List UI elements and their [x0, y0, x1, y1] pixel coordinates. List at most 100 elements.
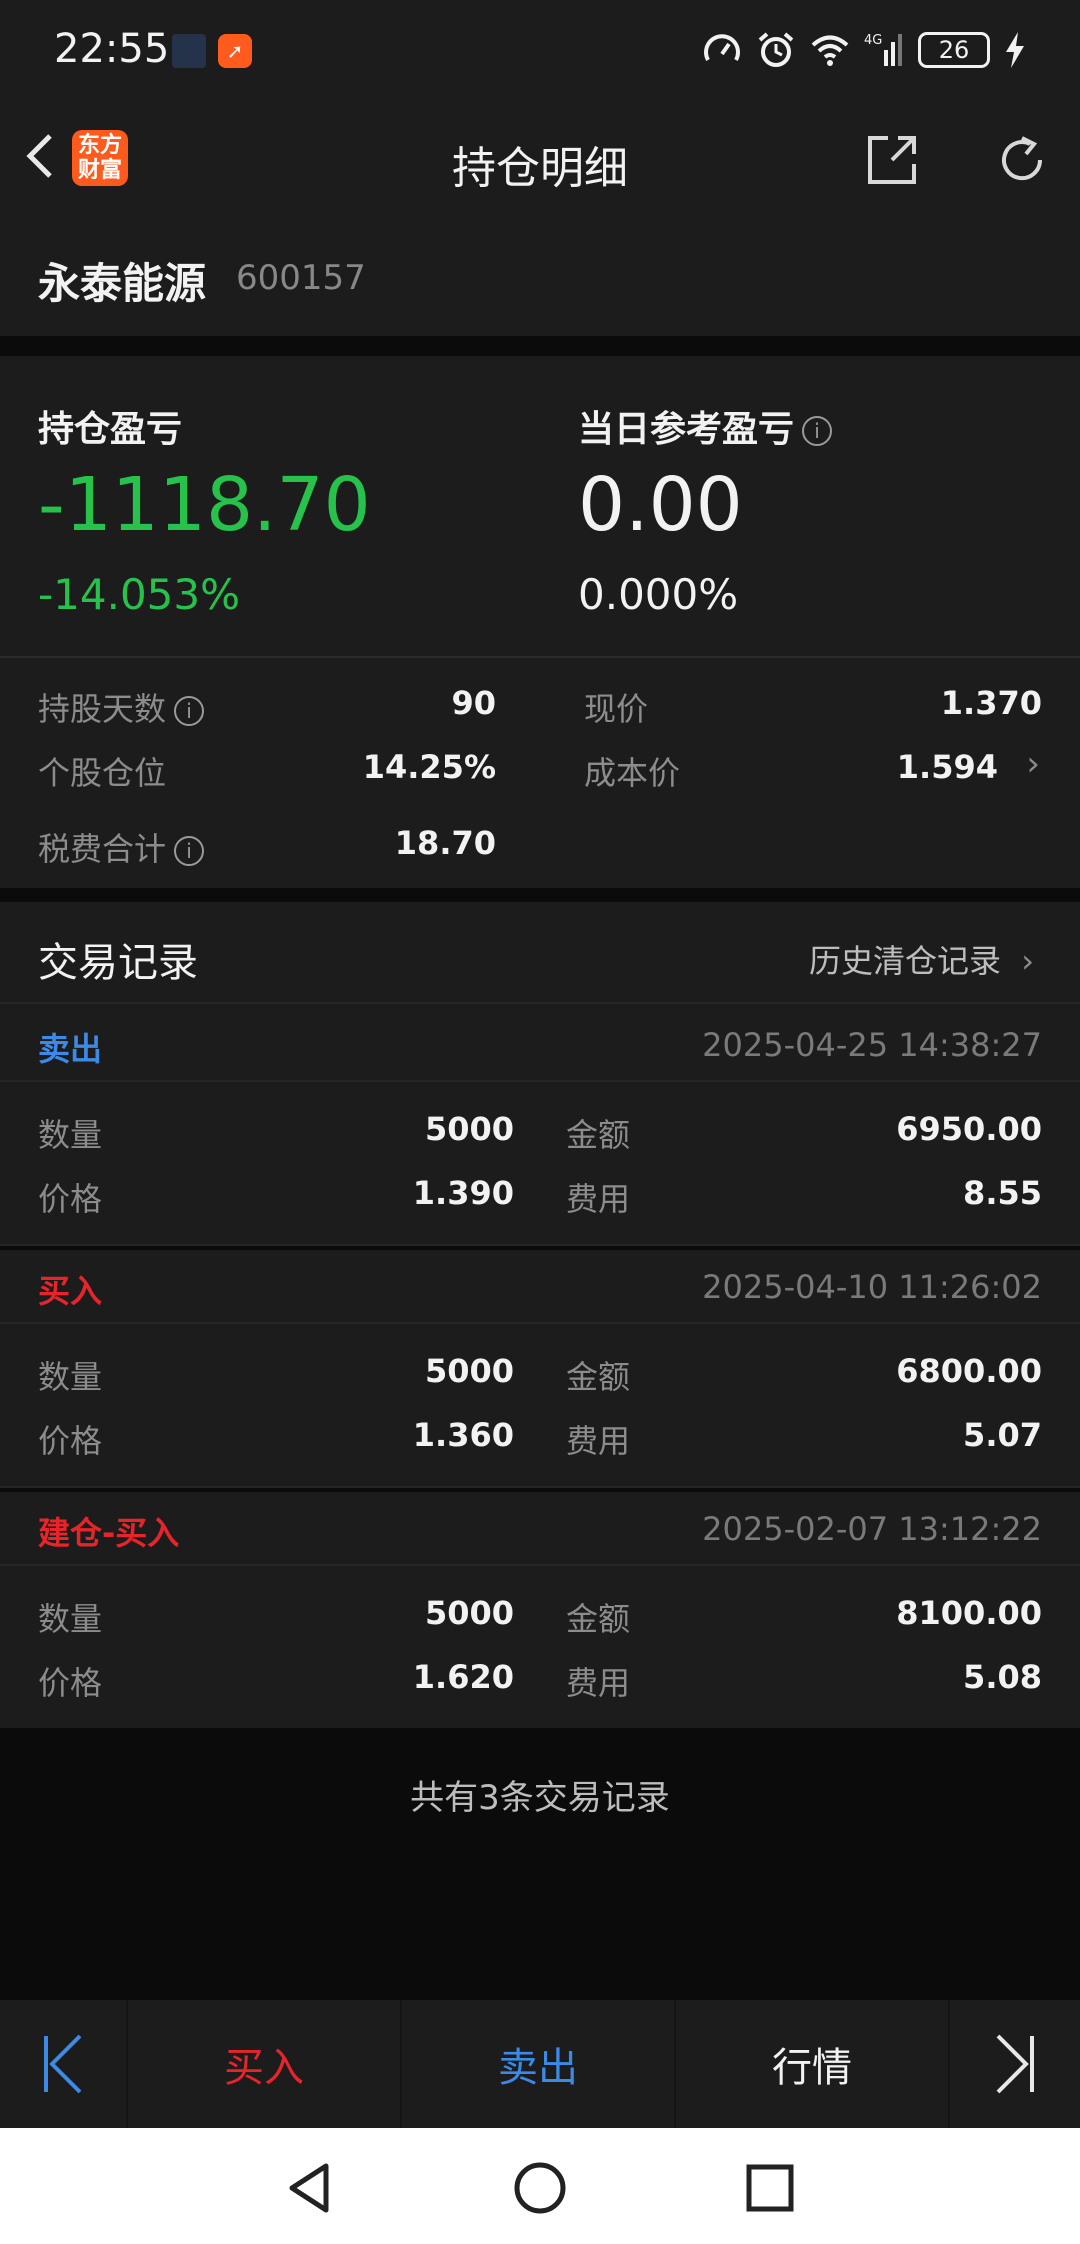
trade-time: 2025-04-10 11:26:02	[702, 1268, 1042, 1306]
trade-record[interactable]: 买入 2025-04-10 11:26:02 数量 5000 金额 6800.0…	[0, 1244, 1080, 1486]
fee-value: 5.07	[963, 1416, 1042, 1454]
app-notification-icon	[172, 34, 206, 68]
trade-record-body: 数量 5000 金额 6950.00 价格 1.390 费用 8.55	[0, 1082, 1080, 1244]
price-label: 价格	[38, 1422, 103, 1460]
price-value: 1.390	[412, 1174, 514, 1212]
quote-button[interactable]: 行情	[676, 2000, 950, 2128]
stock-header: 永泰能源 600157	[0, 216, 1080, 336]
qty-value: 5000	[424, 1352, 514, 1390]
refresh-icon[interactable]	[992, 130, 1052, 190]
wifi-icon	[811, 35, 849, 66]
history-clear-link[interactable]: 历史清仓记录 ›	[809, 936, 1034, 982]
divider	[0, 656, 1080, 658]
amount-label: 金额	[566, 1116, 631, 1154]
speed-icon	[704, 34, 740, 61]
charging-icon	[1006, 32, 1024, 68]
trade-record[interactable]: 建仓-买入 2025-02-07 13:12:22 数量 5000 金额 810…	[0, 1486, 1080, 1728]
alarm-icon	[758, 32, 794, 67]
position-ratio-label: 个股仓位	[38, 754, 167, 792]
qty-label: 数量	[38, 1600, 103, 1638]
nav-bar: 东方 财富 持仓明细	[0, 100, 1080, 216]
share-icon[interactable]	[862, 130, 922, 190]
days-held-label-text: 持股天数	[38, 690, 167, 728]
nav-recents-square-icon[interactable]	[740, 2158, 800, 2218]
bottom-action-bar: 买入 卖出 行情	[0, 2000, 1080, 2128]
current-price-label: 现价	[584, 690, 649, 728]
signal-icon: 4G	[864, 33, 902, 66]
info-icon[interactable]: i	[174, 696, 205, 726]
cost-price-value[interactable]: 1.594	[897, 748, 998, 786]
record-count: 共有3条交易记录	[410, 1778, 670, 1818]
amount-value: 6950.00	[896, 1110, 1042, 1148]
trade-time: 2025-04-25 14:38:27	[702, 1026, 1042, 1064]
nav-home-circle-icon[interactable]	[510, 2158, 570, 2218]
daily-pl-value: 0.00	[578, 462, 743, 548]
trade-record-head: 买入 2025-04-10 11:26:02	[0, 1244, 1080, 1324]
holding-pl-value: -1118.70	[38, 462, 371, 548]
current-price-value: 1.370	[940, 684, 1042, 722]
app-notification-icon-2: ➚	[218, 34, 252, 68]
nav-back-triangle-icon[interactable]	[280, 2158, 340, 2218]
first-stock-button[interactable]	[0, 2000, 128, 2128]
days-held-value: 90	[451, 684, 496, 722]
amount-value: 6800.00	[896, 1352, 1042, 1390]
qty-value: 5000	[424, 1594, 514, 1632]
status-time: 22:55	[54, 26, 170, 72]
holding-pl-label-text: 持仓盈亏	[38, 409, 183, 450]
skip-last-icon	[996, 2034, 1034, 2094]
sell-button[interactable]: 卖出	[402, 2000, 676, 2128]
info-icon[interactable]: i	[174, 836, 205, 866]
trade-record-body: 数量 5000 金额 6800.00 价格 1.360 费用 5.07	[0, 1324, 1080, 1486]
daily-pl-label: 当日参考盈亏 i	[578, 400, 833, 452]
days-held-label: 持股天数 i	[38, 684, 205, 730]
trade-record-head: 建仓-买入 2025-02-07 13:12:22	[0, 1486, 1080, 1566]
chevron-right-icon[interactable]: ›	[1021, 942, 1034, 980]
amount-value: 8100.00	[896, 1594, 1042, 1632]
qty-value: 5000	[424, 1110, 514, 1148]
buy-button[interactable]: 买入	[128, 2000, 402, 2128]
stock-code: 600157	[236, 258, 366, 298]
trade-type: 建仓-买入	[38, 1514, 180, 1552]
trade-records: 交易记录 历史清仓记录 › 卖出 2025-04-25 14:38:27 数量 …	[0, 902, 1080, 1728]
info-icon[interactable]: i	[802, 416, 833, 446]
qty-label: 数量	[38, 1116, 103, 1154]
holding-pl-label: 持仓盈亏	[38, 400, 182, 452]
trade-record-body: 数量 5000 金额 8100.00 价格 1.620 费用 5.08	[0, 1566, 1080, 1728]
fee-value: 8.55	[963, 1174, 1042, 1212]
trade-record-head: 卖出 2025-04-25 14:38:27	[0, 1002, 1080, 1082]
total-fee-label: 税费合计 i	[38, 824, 205, 870]
price-value: 1.620	[412, 1658, 514, 1696]
system-nav-bar	[0, 2128, 1080, 2244]
trades-title: 交易记录	[38, 940, 198, 986]
amount-label: 金额	[566, 1358, 631, 1396]
status-bar: 22:55 ➚ 4G 26	[0, 0, 1080, 100]
stock-name: 永泰能源	[38, 259, 207, 308]
daily-pl-pct: 0.000%	[578, 570, 739, 619]
trade-time: 2025-02-07 13:12:22	[702, 1510, 1042, 1548]
last-stock-button[interactable]	[950, 2000, 1080, 2128]
skip-first-icon	[44, 2034, 82, 2094]
holding-pl-pct: -14.053%	[38, 570, 241, 619]
fee-value: 5.08	[963, 1658, 1042, 1696]
price-label: 价格	[38, 1180, 103, 1218]
chevron-right-icon[interactable]: ›	[1026, 744, 1040, 784]
daily-pl-label-text: 当日参考盈亏	[578, 409, 795, 450]
price-value: 1.360	[412, 1416, 514, 1454]
history-clear-link-text[interactable]: 历史清仓记录	[809, 942, 1001, 980]
qty-label: 数量	[38, 1358, 103, 1396]
total-fee-label-text: 税费合计	[38, 830, 167, 868]
trade-type: 买入	[38, 1272, 103, 1310]
fee-label: 费用	[566, 1664, 631, 1702]
trade-type: 卖出	[38, 1030, 103, 1068]
network-type: 4G	[864, 33, 882, 48]
total-fee-value: 18.70	[394, 824, 496, 862]
fee-label: 费用	[566, 1180, 631, 1218]
position-summary: 持仓盈亏 -1118.70 -14.053% 当日参考盈亏 i 0.00 0.00…	[0, 356, 1080, 888]
status-icons: 4G 26	[702, 30, 1026, 70]
trade-record[interactable]: 卖出 2025-04-25 14:38:27 数量 5000 金额 6950.0…	[0, 1002, 1080, 1244]
fee-label: 费用	[566, 1422, 631, 1460]
amount-label: 金额	[566, 1600, 631, 1638]
cost-price-label[interactable]: 成本价	[584, 748, 680, 794]
position-ratio-value: 14.25%	[362, 748, 496, 786]
price-label: 价格	[38, 1664, 103, 1702]
